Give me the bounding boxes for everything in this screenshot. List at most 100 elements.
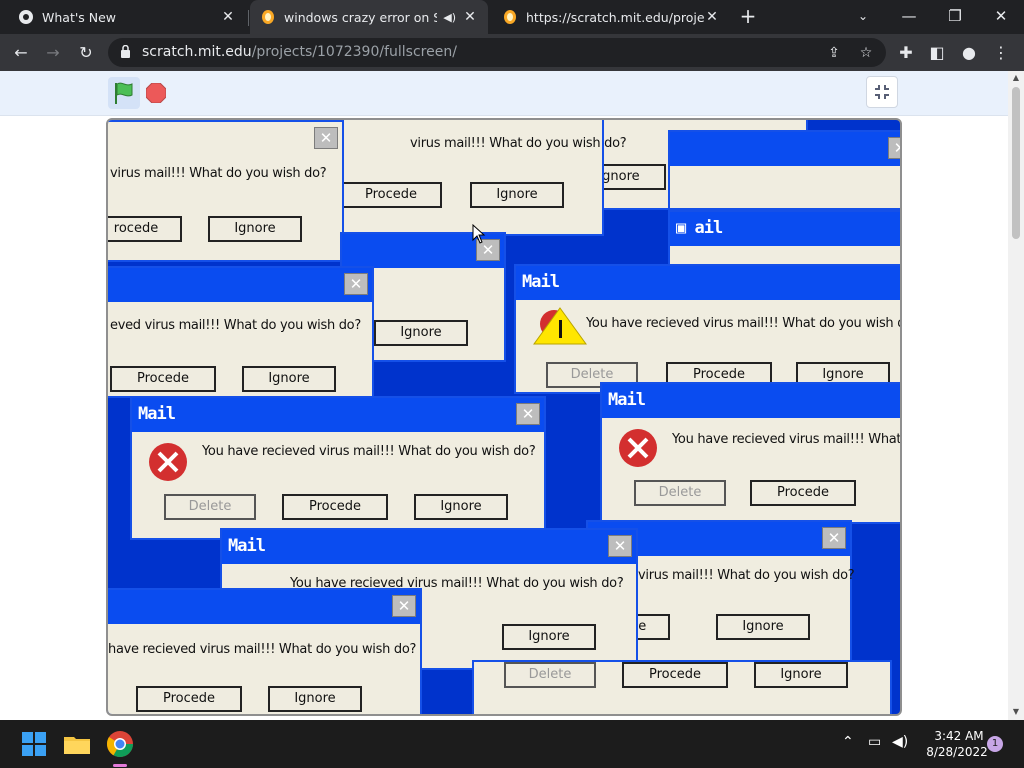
forward-button[interactable]: → — [40, 40, 66, 66]
chrome-icon[interactable] — [104, 728, 136, 760]
ignore-button[interactable]: Ignore — [242, 366, 336, 392]
mail-dialog: Mail You have recieved virus mail!!! Wha… — [600, 382, 902, 524]
error-icon — [149, 443, 187, 481]
dialog-message: virus mail!!! What do you wish do? — [410, 136, 627, 151]
dialog-titlebar: Mail — [222, 530, 636, 564]
mouse-cursor-icon — [472, 224, 486, 244]
restore-button[interactable]: ❐ — [932, 0, 978, 34]
scratch-icon — [260, 9, 276, 25]
ignore-button[interactable]: Ignore — [502, 624, 596, 650]
procede-button[interactable]: Procede — [110, 366, 216, 392]
lock-icon — [121, 45, 130, 58]
error-icon — [619, 429, 657, 467]
tab-title: https://scratch.mit.edu/projects/1 — [526, 9, 704, 25]
stop-sign-icon[interactable] — [146, 83, 166, 103]
extensions-icon[interactable]: ✚ — [893, 40, 919, 66]
mail-dialog: ✕ — [668, 130, 900, 210]
delete-button[interactable]: Delete — [164, 494, 256, 520]
clock-time[interactable]: 3:42 AM — [934, 729, 984, 743]
ignore-button[interactable]: Ignore — [754, 662, 848, 688]
reload-button[interactable]: ↻ — [73, 40, 99, 66]
tab-whats-new[interactable]: What's New ✕ — [8, 0, 246, 34]
speaker-icon[interactable]: ◀) — [443, 11, 456, 24]
dialog-message: eved virus mail!!! What do you wish do? — [110, 318, 361, 333]
tab-windows-crazy-error[interactable]: windows crazy error on Scratch ◀) ✕ — [250, 0, 488, 34]
close-icon[interactable]: ✕ — [462, 9, 478, 25]
mail-dialog: Delete Procede Ignore — [472, 660, 892, 714]
ignore-button[interactable]: Ignore — [414, 494, 508, 520]
ignore-button[interactable]: Ignore — [374, 320, 468, 346]
dialog-titlebar: Mail — [516, 266, 900, 300]
dialog-titlebar: ▣ ail — [670, 212, 900, 246]
mail-dialog: Mail You have recieved virus mail!!! Wha… — [514, 264, 902, 394]
notification-badge[interactable]: 1 — [987, 736, 1003, 752]
procede-button[interactable]: Procede — [136, 686, 242, 712]
tab-strip: What's New ✕ windows crazy error on Scra… — [0, 0, 1024, 34]
tab-scratch-url[interactable]: https://scratch.mit.edu/projects/1 ✕ — [492, 0, 730, 34]
minimize-button[interactable]: — — [886, 0, 932, 34]
share-icon[interactable]: ⇪ — [824, 43, 844, 63]
close-window-button[interactable]: ✕ — [978, 0, 1024, 34]
procede-button[interactable]: Procede — [282, 494, 388, 520]
project-stage[interactable]: Ignore Ignore eved virus mail!!! What do… — [106, 118, 902, 716]
ignore-button[interactable]: Ignore — [470, 182, 564, 208]
mail-dialog: Mail ✕ You have recieved virus mail!!! W… — [130, 396, 546, 540]
file-explorer-icon[interactable] — [61, 728, 93, 760]
dialog-message: have recieved virus mail!!! What do you … — [108, 642, 417, 657]
dialog-message: You have recieved virus mail!!! What do … — [586, 316, 902, 331]
tab-title: windows crazy error on Scratch — [284, 9, 437, 25]
procede-button[interactable]: rocede — [108, 216, 182, 242]
new-tab-button[interactable]: + — [736, 5, 760, 29]
network-icon[interactable]: ▭ — [868, 734, 881, 750]
scroll-up-icon[interactable]: ▲ — [1011, 73, 1021, 82]
dialog-message: virus mail!!! What do you wish do? — [638, 568, 855, 583]
windows-taskbar: ⌃ ▭ ◀) 3:42 AM 8/28/2022 1 — [0, 720, 1024, 768]
scroll-down-icon[interactable]: ▼ — [1011, 707, 1021, 716]
close-icon[interactable]: ✕ — [314, 127, 338, 149]
procede-button[interactable]: Procede — [622, 662, 728, 688]
exit-fullscreen-button[interactable] — [866, 76, 898, 108]
dialog-message: You have recieved virus mail!!! What do … — [672, 432, 902, 447]
delete-button[interactable]: Delete — [634, 480, 726, 506]
dialog-titlebar — [670, 132, 900, 166]
address-bar[interactable]: scratch.mit.edu/projects/1072390/fullscr… — [108, 38, 886, 67]
close-icon[interactable]: ✕ — [822, 527, 846, 549]
close-icon[interactable]: ✕ — [516, 403, 540, 425]
mail-dialog: ✕ have recieved virus mail!!! What do yo… — [108, 588, 422, 714]
ignore-button[interactable]: Ignore — [208, 216, 302, 242]
tab-search-icon[interactable]: ⌄ — [840, 0, 886, 34]
stage-controls-bar — [0, 71, 1008, 116]
close-icon[interactable]: ✕ — [608, 535, 632, 557]
close-icon[interactable]: ✕ — [888, 137, 900, 159]
close-icon[interactable]: ✕ — [344, 273, 368, 295]
bookmark-star-icon[interactable]: ☆ — [856, 43, 876, 63]
windows-start-icon[interactable] — [18, 728, 50, 760]
close-icon[interactable]: ✕ — [220, 9, 236, 25]
procede-button[interactable]: Procede — [750, 480, 856, 506]
delete-button[interactable]: Delete — [504, 662, 596, 688]
clock-date[interactable]: 8/28/2022 — [922, 745, 992, 759]
close-icon[interactable]: ✕ — [704, 9, 720, 25]
scrollbar[interactable]: ▲ ▼ — [1008, 71, 1024, 720]
menu-icon[interactable]: ⋮ — [988, 40, 1014, 66]
exit-fullscreen-icon — [875, 85, 889, 99]
close-icon[interactable]: ✕ — [392, 595, 416, 617]
side-panel-icon[interactable]: ◧ — [924, 40, 950, 66]
profile-icon[interactable]: ● — [956, 40, 982, 66]
chevron-up-icon[interactable]: ⌃ — [842, 734, 854, 750]
procede-button[interactable]: Procede — [340, 182, 442, 208]
mail-dialog: ✕ eved virus mail!!! What do you wish do… — [108, 266, 374, 398]
scroll-thumb[interactable] — [1012, 87, 1020, 239]
back-button[interactable]: ← — [8, 40, 34, 66]
ignore-button[interactable]: Ignore — [268, 686, 362, 712]
mail-dialog: ✕ virus mail!!! What do you wish do? roc… — [108, 120, 344, 262]
tab-title: What's New — [42, 9, 117, 25]
green-flag-button[interactable] — [108, 77, 140, 109]
dialog-titlebar: Mail — [132, 398, 544, 432]
dialog-message: You have recieved virus mail!!! What do … — [202, 444, 536, 459]
warning-icon — [533, 307, 587, 345]
volume-icon[interactable]: ◀) — [892, 734, 908, 750]
ignore-button[interactable]: Ignore — [716, 614, 810, 640]
scratch-icon — [502, 9, 518, 25]
dialog-titlebar: Mail — [602, 384, 900, 418]
